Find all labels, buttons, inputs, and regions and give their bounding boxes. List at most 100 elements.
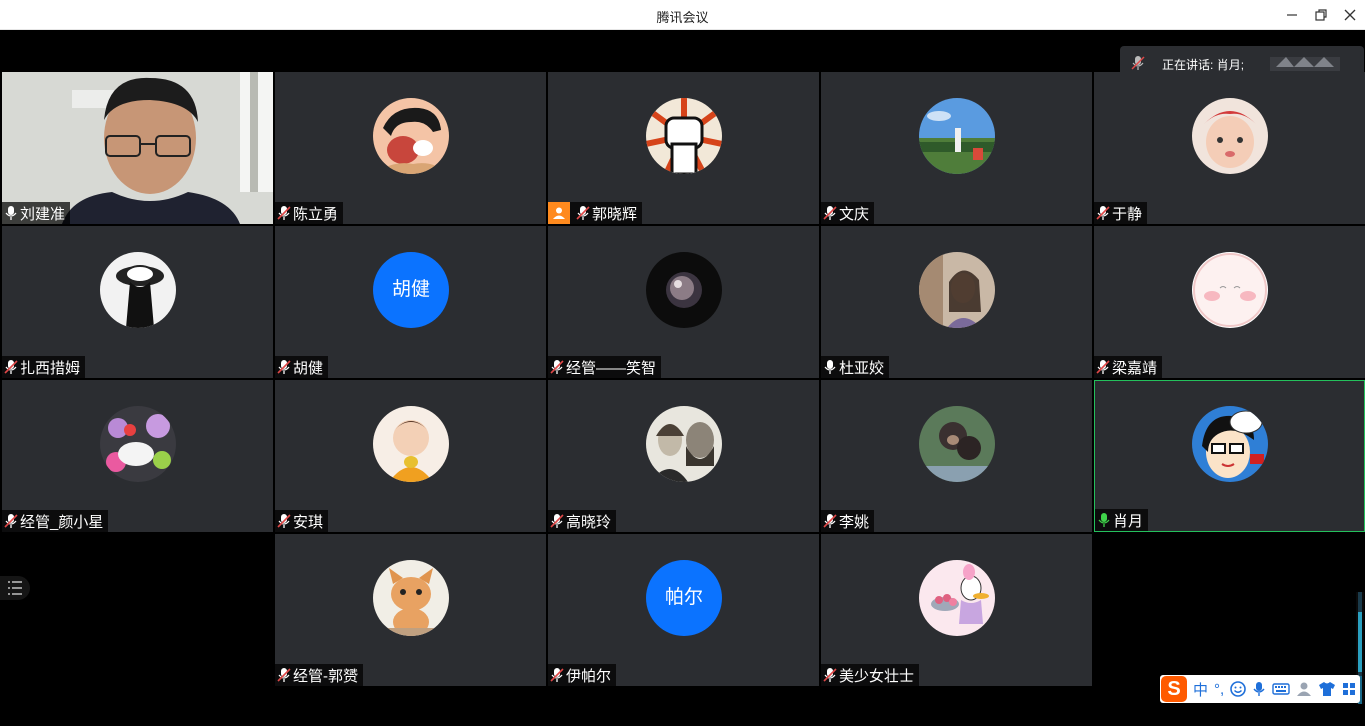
participant-name: 李姚	[839, 513, 870, 531]
participant-name: 肖月	[1113, 512, 1144, 530]
participant-avatar	[373, 98, 449, 174]
host-user-icon	[548, 202, 570, 224]
participant-tile[interactable]: 安琪	[275, 380, 546, 532]
mic-muted-icon	[823, 206, 837, 220]
participant-name: 伊帕尔	[566, 667, 612, 685]
participant-tile[interactable]: 经管-郭赟	[275, 534, 546, 686]
mic-muted-icon	[823, 514, 837, 528]
participant-avatar-text: 胡健	[373, 252, 449, 328]
participant-avatar	[373, 406, 449, 482]
sogou-logo[interactable]: S	[1161, 676, 1187, 702]
participant-tile[interactable]: 郭晓辉	[548, 72, 819, 224]
restore-icon	[1315, 9, 1327, 21]
mic-muted-icon	[1096, 360, 1110, 374]
list-icon	[8, 581, 22, 595]
participant-name-bar: 陈立勇	[275, 202, 344, 224]
participant-name-bar: 梁嘉靖	[1094, 356, 1163, 378]
participant-name-bar: 刘建准	[2, 202, 71, 224]
participant-name-bar: 经管-郭赟	[275, 664, 363, 686]
close-button[interactable]	[1340, 5, 1360, 25]
participant-tile[interactable]: 美少女壮士	[821, 534, 1092, 686]
participant-avatar	[919, 406, 995, 482]
mic-icon	[824, 360, 836, 374]
participant-avatar	[919, 252, 995, 328]
participant-tile[interactable]: 扎西措姆	[2, 226, 273, 378]
participant-list-toggle[interactable]	[0, 576, 30, 600]
user-icon[interactable]	[1296, 681, 1312, 697]
participant-tile[interactable]: 胡健 胡健	[275, 226, 546, 378]
speaker-blurred-avatar	[1270, 57, 1340, 71]
participant-name: 郭晓辉	[592, 205, 638, 223]
mic-muted-icon	[277, 360, 291, 374]
ime-language-toggle[interactable]: 中	[1193, 679, 1208, 700]
participant-tile-speaking[interactable]: 肖月	[1094, 380, 1365, 532]
speaking-name: 肖月;	[1216, 58, 1245, 72]
participant-name-bar: 伊帕尔	[548, 664, 617, 686]
mic-muted-icon	[550, 514, 564, 528]
mic-muted-icon	[1096, 206, 1110, 220]
mic-icon	[5, 206, 17, 220]
restore-button[interactable]	[1311, 5, 1331, 25]
participant-tile[interactable]: 陈立勇	[275, 72, 546, 224]
participant-name: 刘建准	[20, 205, 66, 223]
minimize-button[interactable]	[1282, 5, 1302, 25]
keyboard-icon[interactable]	[1272, 681, 1290, 697]
voice-input-icon[interactable]	[1252, 681, 1266, 697]
participant-name-bar: 胡健	[275, 356, 329, 378]
mic-muted-icon	[576, 206, 590, 220]
speaking-label: 正在讲话:	[1162, 58, 1214, 72]
emoji-icon[interactable]	[1230, 681, 1246, 697]
mic-icon	[1098, 513, 1110, 527]
participant-name: 杜亚姣	[839, 359, 885, 377]
participant-tile[interactable]: 经管_颜小星	[2, 380, 273, 532]
participant-name-bar: 文庆	[821, 202, 875, 224]
participant-avatar	[919, 560, 995, 636]
participant-avatar	[1192, 98, 1268, 174]
toolbox-grid-icon[interactable]	[1342, 681, 1356, 697]
participant-name-bar: 经管_颜小星	[2, 510, 109, 532]
participant-name: 经管——笑智	[566, 359, 657, 377]
participant-name: 扎西措姆	[20, 359, 81, 377]
participant-name-bar: 肖月	[1095, 509, 1149, 531]
participant-avatar	[646, 406, 722, 482]
participant-tile[interactable]: 经管——笑智	[548, 226, 819, 378]
ime-toolbar: S 中 °,	[1160, 675, 1360, 703]
participant-avatar	[100, 406, 176, 482]
participant-name-bar: 安琪	[275, 510, 329, 532]
mic-muted-icon	[823, 668, 837, 682]
mic-muted-icon	[550, 360, 564, 374]
participant-tile[interactable]: 梁嘉靖	[1094, 226, 1365, 378]
mic-muted-icon	[277, 668, 291, 682]
participant-name-bar: 美少女壮士	[821, 664, 920, 686]
participant-tile[interactable]: 刘建准	[2, 72, 273, 224]
participant-name: 于静	[1112, 205, 1143, 223]
participant-tile[interactable]: 高晓玲	[548, 380, 819, 532]
participant-name: 经管_颜小星	[20, 513, 104, 531]
window-title: 腾讯会议	[656, 10, 709, 25]
participant-avatar	[646, 252, 722, 328]
participant-name: 高晓玲	[566, 513, 612, 531]
participant-tile[interactable]: 杜亚姣	[821, 226, 1092, 378]
participant-avatar-text: 帕尔	[646, 560, 722, 636]
participant-tile[interactable]: 于静	[1094, 72, 1365, 224]
participant-name: 陈立勇	[293, 205, 339, 223]
mic-muted-icon	[4, 514, 18, 528]
title-bar: 腾讯会议	[0, 0, 1365, 30]
participant-name-bar: 经管——笑智	[548, 356, 662, 378]
participant-name-bar: 李姚	[821, 510, 875, 532]
participant-avatar	[1192, 252, 1268, 328]
participant-tile[interactable]: 帕尔 伊帕尔	[548, 534, 819, 686]
participant-name-bar: 杜亚姣	[821, 356, 890, 378]
participant-tile[interactable]: 李姚	[821, 380, 1092, 532]
participant-avatar	[919, 98, 995, 174]
participant-name: 胡健	[293, 359, 324, 377]
participant-avatar	[1192, 406, 1268, 482]
skin-shirt-icon[interactable]	[1318, 681, 1336, 697]
ime-punctuation-toggle[interactable]: °,	[1214, 681, 1224, 698]
participant-name: 安琪	[293, 513, 324, 531]
close-icon	[1344, 9, 1356, 21]
mic-muted-icon	[4, 360, 18, 374]
participant-name: 梁嘉靖	[1112, 359, 1158, 377]
participant-tile[interactable]: 文庆	[821, 72, 1092, 224]
minimize-icon	[1287, 14, 1297, 16]
